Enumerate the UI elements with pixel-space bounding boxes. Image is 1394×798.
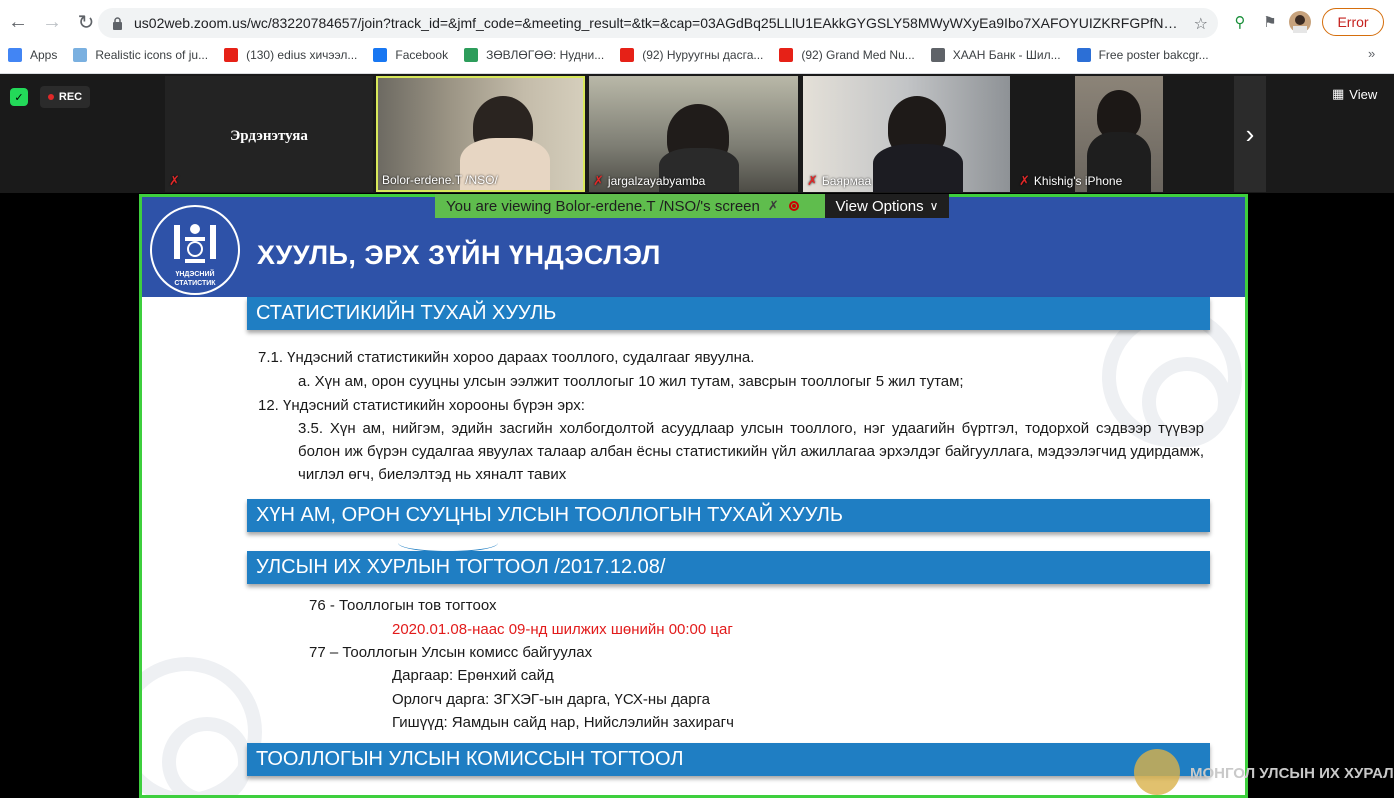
participant-tile[interactable]: ✗ Khishig's iPhone (1015, 76, 1163, 192)
slide-text: а. Хүн ам, орон сууцны улсын ээлжит тоол… (298, 373, 964, 390)
participant-name: Баярмаа (821, 174, 872, 188)
watermark-text: МОНГОЛ УЛСЫН ИХ ХУРАЛ (1190, 765, 1394, 782)
slide-text: 77 – Тооллогын Улсын комисс байгуулах (309, 644, 593, 661)
nso-logo: ҮНДЭСНИЙ СТАТИСТИК (150, 205, 240, 295)
next-page-button[interactable]: › (1234, 76, 1266, 192)
participant-tile[interactable]: Эрдэнэтуяа ✗ (165, 76, 373, 192)
mic-muted-icon: ✗ (169, 173, 180, 188)
record-icon (788, 201, 799, 211)
slide-text: 7.1. Үндэсний статистикийн хороо дараах … (258, 349, 755, 366)
slide-title: ХУУЛЬ, ЭРХ ЗҮЙН ҮНДЭСЛЭЛ (257, 240, 661, 270)
mic-muted-icon: ✗ (807, 173, 818, 188)
address-bar[interactable]: us02web.zoom.us/wc/83220784657/join?trac… (98, 8, 1218, 38)
bookmark-favicon-icon (224, 48, 239, 62)
slide-text: 12. Үндэсний статистикийн хорооны бүрэн … (258, 397, 585, 414)
section-bar: СТАТИСТИКИЙН ТУХАЙ ХУУЛЬ (247, 297, 1210, 330)
bookmark-star-icon[interactable]: ☆ (1194, 14, 1208, 34)
shared-screen: ҮНДЭСНИЙ СТАТИСТИК ХУУЛЬ, ЭРХ ЗҮЙН ҮНДЭС… (139, 194, 1248, 798)
slide-paragraph: 3.5. Хүн ам, нийгэм, эдийн засгийн холбо… (298, 420, 1204, 483)
bookmark-item[interactable]: (92) Нуруугны дасга... (620, 48, 763, 62)
screen-share-banner: You are viewing Bolor-erdene.T /NSO/'s s… (435, 194, 827, 218)
view-button[interactable]: ▦ View (1332, 86, 1377, 102)
error-button[interactable]: Error (1322, 8, 1384, 36)
bookmark-item[interactable]: ЗӨВЛӨГӨӨ: Нудни... (464, 48, 604, 62)
profile-avatar[interactable] (1288, 10, 1312, 34)
mic-muted-icon: ✗ (1019, 173, 1030, 188)
bookmark-favicon-icon (930, 48, 945, 62)
extensions-puzzle-icon[interactable]: ⚑ (1258, 10, 1282, 34)
decorative-ornament (162, 717, 252, 795)
section-bar: ТООЛЛОГЫН УЛСЫН КОМИССЫН ТОГТООЛ (247, 743, 1210, 776)
participant-name: jargalzayabyamba (607, 174, 706, 188)
logo-text: ҮНДЭСНИЙ (175, 271, 215, 278)
bookmark-favicon-icon (464, 48, 479, 62)
forward-icon[interactable]: → (36, 6, 68, 38)
bookmark-item[interactable]: ХААН Банк - Шил... (930, 48, 1061, 62)
gallery-icon: ▦ (1332, 86, 1345, 101)
slide-text: Гишүүд: Яамдын сайд нар, Нийслэлийн захи… (392, 714, 734, 731)
slide-text: 76 - Тооллогын тов тогтоох (309, 597, 497, 614)
bookmark-favicon-icon (73, 48, 88, 62)
participant-video-body (873, 144, 963, 192)
lock-icon (110, 16, 124, 30)
bookmark-item[interactable]: (92) Grand Med Nu... (779, 48, 915, 62)
bookmark-favicon-icon (373, 48, 388, 62)
browser-chrome: ← → ↻ us02web.zoom.us/wc/83220784657/joi… (0, 0, 1394, 74)
url-text: us02web.zoom.us/wc/83220784657/join?trac… (134, 15, 1184, 31)
bookmark-item[interactable]: (130) edius хичээл... (224, 48, 357, 62)
bookmarks-bar: Apps Realistic icons of ju... (130) edius … (0, 44, 1394, 66)
bookmark-item[interactable]: Facebook (373, 48, 448, 62)
connector-line (398, 534, 498, 552)
participant-name-center: Эрдэнэтуяа (230, 128, 308, 144)
participant-tile[interactable]: ✗ jargalzayabyamba (589, 76, 798, 192)
section-bar: УЛСЫН ИХ ХУРЛЫН ТОГТООЛ /2017.12.08/ (247, 551, 1210, 584)
slide-text: Орлогч дарга: ЗГХЭГ-ын дарга, ҮСХ-ны дар… (392, 691, 711, 708)
participant-name: Khishig's iPhone (1033, 174, 1123, 188)
view-options-button[interactable]: View Options ∨ (825, 194, 949, 218)
search-extension-icon[interactable]: ⚲ (1228, 10, 1252, 34)
bookmark-item[interactable]: Apps (8, 48, 57, 62)
mic-muted-icon: ✗ (767, 198, 779, 213)
bookmark-favicon-icon (779, 48, 794, 62)
bookmark-item[interactable]: Realistic icons of ju... (73, 48, 208, 62)
parliament-emblem (1134, 749, 1180, 795)
participant-tile[interactable]: ✗ Баярмаа (803, 76, 1010, 192)
slide-text-highlight: 2020.01.08-наас 09-нд шилжих шөнийн 00:0… (392, 621, 733, 638)
section-bar: ХҮН АМ, ОРОН СУУЦНЫ УЛСЫН ТООЛЛОГЫН ТУХА… (247, 499, 1210, 532)
record-dot-icon (47, 94, 54, 100)
participant-tile-active-speaker[interactable]: Bolor-erdene.T /NSO/ (376, 76, 585, 192)
participant-name: Bolor-erdene.T /NSO/ (382, 173, 498, 187)
bookmark-favicon-icon (8, 48, 22, 62)
slide-text: Даргаар: Ерөнхий сайд (392, 667, 554, 684)
recording-indicator[interactable]: REC (40, 86, 90, 108)
bookmark-favicon-icon (620, 48, 635, 62)
back-icon[interactable]: ← (2, 6, 34, 38)
mic-muted-icon: ✗ (593, 173, 604, 188)
bookmarks-overflow-icon[interactable]: » (1368, 46, 1375, 61)
bookmark-item[interactable]: Free poster bakcgr... (1076, 48, 1209, 62)
chevron-down-icon: ∨ (929, 199, 939, 213)
share-banner-text: You are viewing Bolor-erdene.T /NSO/'s s… (446, 197, 760, 215)
shield-icon[interactable]: ✓ (10, 88, 28, 106)
logo-text: СТАТИСТИК (174, 280, 216, 287)
chevron-right-icon: › (1245, 118, 1255, 149)
bookmark-favicon-icon (1076, 48, 1091, 62)
